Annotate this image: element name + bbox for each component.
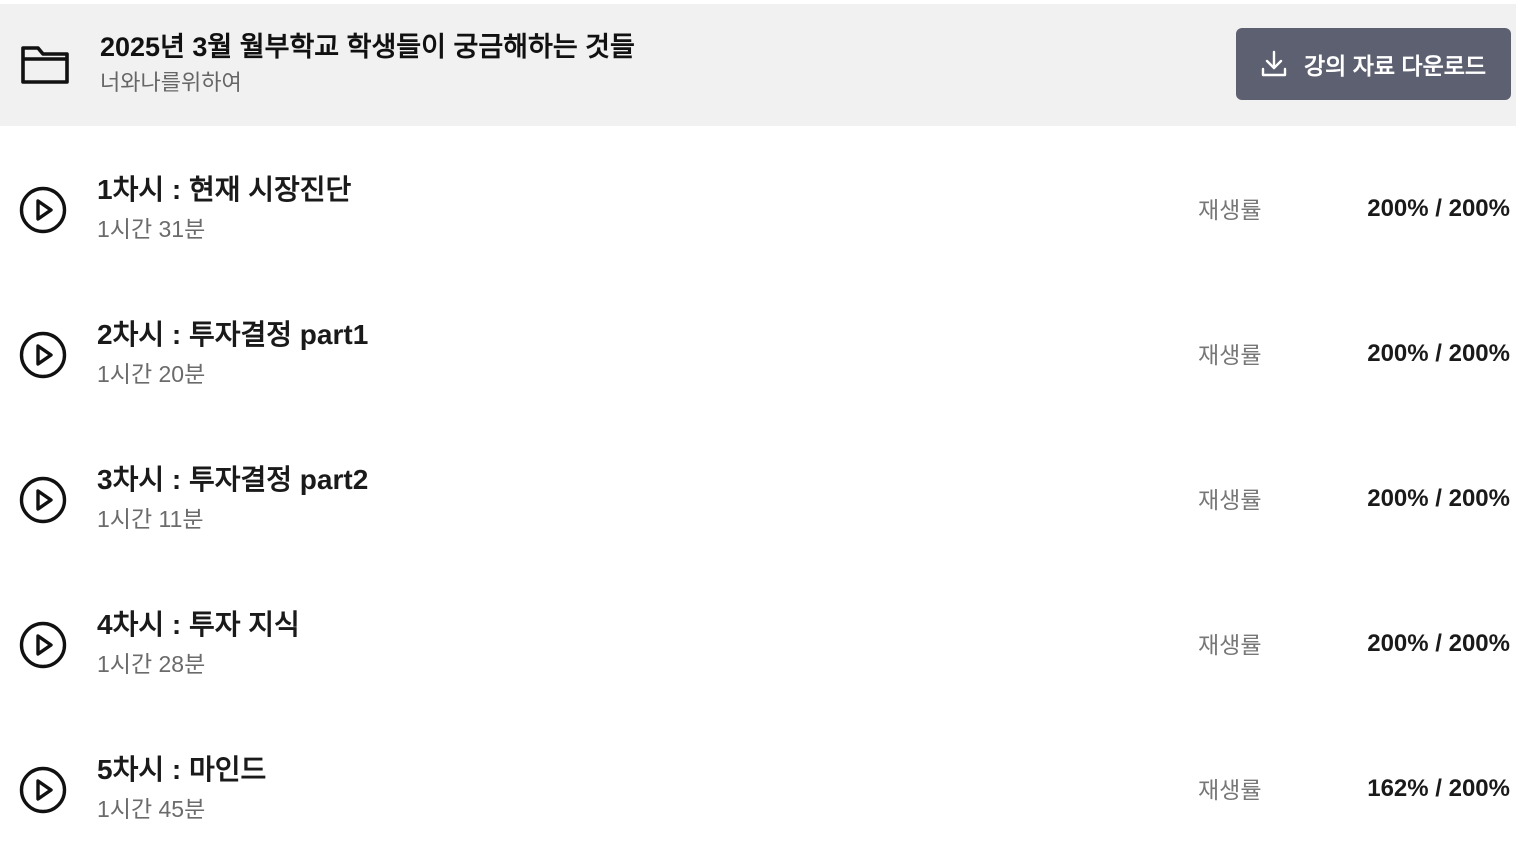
download-button-label: 강의 자료 다운로드 — [1304, 53, 1487, 79]
lesson-text: 4차시 : 투자 지식 1시간 28분 — [97, 607, 300, 679]
lesson-duration: 1시간 31분 — [97, 216, 206, 242]
lesson-row-1[interactable]: 1차시 : 현재 시장진단 1시간 31분 재생률 200% / 200% — [0, 126, 1520, 271]
progress-value: 200% / 200% — [1367, 485, 1510, 512]
lesson-row-3[interactable]: 3차시 : 투자결정 part2 1시간 11분 재생률 200% / 200% — [0, 416, 1520, 561]
progress-value: 200% / 200% — [1367, 340, 1510, 367]
download-icon — [1258, 48, 1290, 80]
play-circle-icon[interactable] — [18, 185, 68, 235]
progress-value: 162% / 200% — [1367, 775, 1510, 802]
lesson-title: 3차시 : 투자결정 part2 — [97, 464, 369, 495]
play-circle-icon[interactable] — [18, 330, 68, 380]
lesson-title: 2차시 : 투자결정 part1 — [97, 319, 369, 350]
progress-label: 재생률 — [1198, 197, 1262, 223]
play-circle-icon[interactable] — [18, 620, 68, 670]
play-circle-icon[interactable] — [18, 475, 68, 525]
lesson-list: 1차시 : 현재 시장진단 1시간 31분 재생률 200% / 200% 2차… — [0, 126, 1520, 851]
course-instructor: 너와나를위하여 — [100, 70, 242, 95]
lesson-duration: 1시간 28분 — [97, 651, 206, 677]
progress-value: 200% / 200% — [1367, 195, 1510, 222]
course-title: 2025년 3월 월부학교 학생들이 궁금해하는 것들 — [100, 32, 635, 62]
lesson-row-5[interactable]: 5차시 : 마인드 1시간 45분 재생률 162% / 200% — [0, 706, 1520, 851]
lesson-row-2[interactable]: 2차시 : 투자결정 part1 1시간 20분 재생률 200% / 200% — [0, 271, 1520, 416]
lesson-text: 1차시 : 현재 시장진단 1시간 31분 — [97, 172, 351, 244]
download-materials-button[interactable]: 강의 자료 다운로드 — [1236, 28, 1511, 100]
lesson-title: 5차시 : 마인드 — [97, 754, 267, 785]
progress-label: 재생률 — [1198, 342, 1262, 368]
lesson-row-4[interactable]: 4차시 : 투자 지식 1시간 28분 재생률 200% / 200% — [0, 561, 1520, 706]
course-header: 2025년 3월 월부학교 학생들이 궁금해하는 것들 너와나를위하여 강의 자… — [0, 4, 1516, 126]
lesson-text: 5차시 : 마인드 1시간 45분 — [97, 752, 266, 824]
lesson-text: 3차시 : 투자결정 part2 1시간 11분 — [97, 462, 368, 534]
progress-label: 재생률 — [1198, 487, 1262, 513]
lesson-duration: 1시간 11분 — [97, 506, 204, 532]
course-header-text: 2025년 3월 월부학교 학생들이 궁금해하는 것들 너와나를위하여 — [100, 30, 635, 98]
lesson-duration: 1시간 20분 — [97, 361, 206, 387]
progress-label: 재생률 — [1198, 632, 1262, 658]
lesson-title: 4차시 : 투자 지식 — [97, 609, 300, 640]
progress-label: 재생률 — [1198, 777, 1262, 803]
folder-icon — [18, 38, 72, 92]
lesson-duration: 1시간 45분 — [97, 796, 206, 822]
progress-value: 200% / 200% — [1367, 630, 1510, 657]
lesson-title: 1차시 : 현재 시장진단 — [97, 174, 352, 205]
page: 2025년 3월 월부학교 학생들이 궁금해하는 것들 너와나를위하여 강의 자… — [0, 0, 1520, 868]
lesson-text: 2차시 : 투자결정 part1 1시간 20분 — [97, 317, 368, 389]
play-circle-icon[interactable] — [18, 765, 68, 815]
